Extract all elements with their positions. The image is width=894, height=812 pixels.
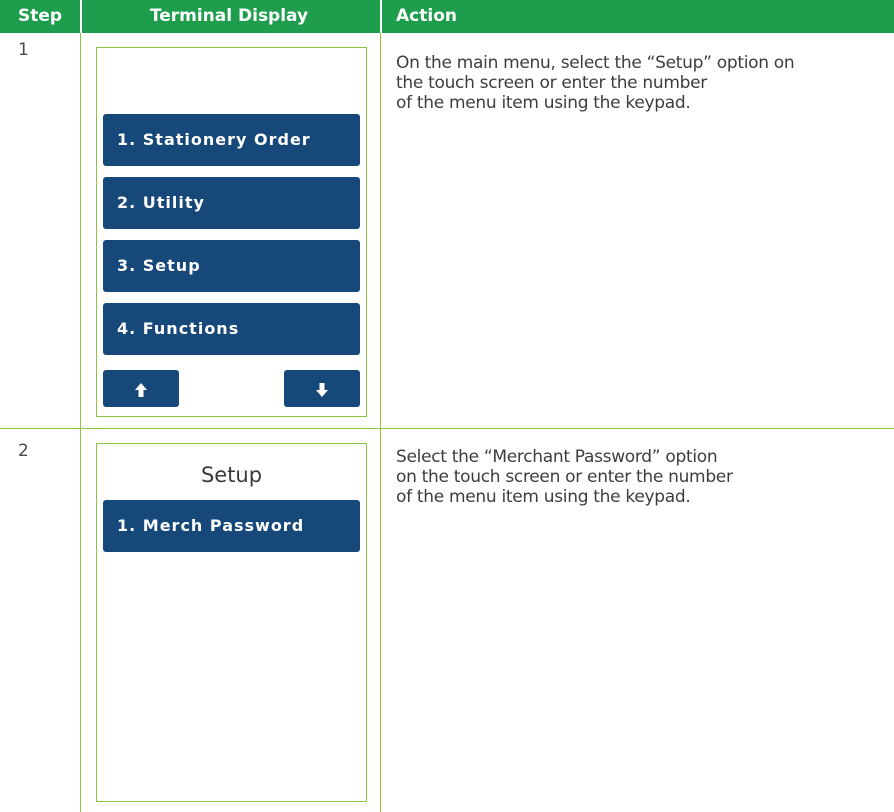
action-line: on the touch screen or enter the number — [396, 467, 733, 487]
header-divider — [380, 0, 382, 33]
scroll-up-button[interactable] — [103, 370, 179, 407]
scroll-down-button[interactable] — [284, 370, 360, 407]
row-divider — [0, 428, 894, 429]
arrow-up-icon — [135, 382, 147, 397]
menu-item-utility[interactable]: 2. Utility — [103, 177, 360, 229]
step-number: 2 — [18, 441, 29, 461]
screen-title: Setup — [200, 463, 263, 487]
menu-item-functions[interactable]: 4. Functions — [103, 303, 360, 355]
column-divider — [380, 33, 381, 812]
menu-item-stationery-order[interactable]: 1. Stationery Order — [103, 114, 360, 166]
step-number: 1 — [18, 40, 29, 60]
header-step: Step — [17, 6, 63, 26]
action-line: Select the “Merchant Password” option — [396, 447, 718, 467]
terminal-display-main-menu: 1. Stationery Order 2. Utility 3. Setup … — [96, 47, 367, 417]
arrow-down-icon — [316, 382, 328, 397]
header-action: Action — [396, 6, 457, 26]
table-header: Step Terminal Display Action — [0, 0, 894, 33]
menu-item-setup[interactable]: 3. Setup — [103, 240, 360, 292]
action-line: of the menu item using the keypad. — [396, 487, 691, 507]
action-text: Select the “Merchant Password” option on… — [396, 447, 866, 507]
terminal-display-setup: Setup 1. Merch Password — [96, 443, 367, 802]
column-divider — [80, 33, 81, 812]
action-line: the touch screen or enter the number — [396, 73, 707, 93]
action-line: of the menu item using the keypad. — [396, 93, 691, 113]
header-terminal-display: Terminal Display — [149, 6, 309, 26]
action-line: On the main menu, select the “Setup” opt… — [396, 53, 795, 73]
action-text: On the main menu, select the “Setup” opt… — [396, 53, 866, 113]
menu-item-merch-password[interactable]: 1. Merch Password — [103, 500, 360, 552]
